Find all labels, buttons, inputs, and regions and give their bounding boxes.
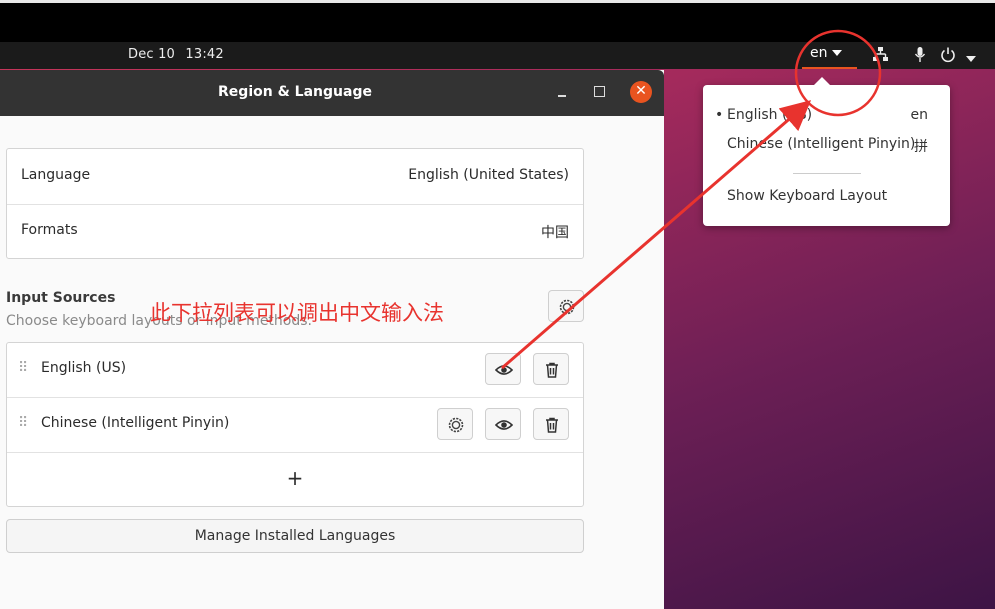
annotation-circle [794, 29, 882, 117]
annotation-overlay [501, 29, 882, 370]
annotation-arrow [501, 100, 812, 370]
